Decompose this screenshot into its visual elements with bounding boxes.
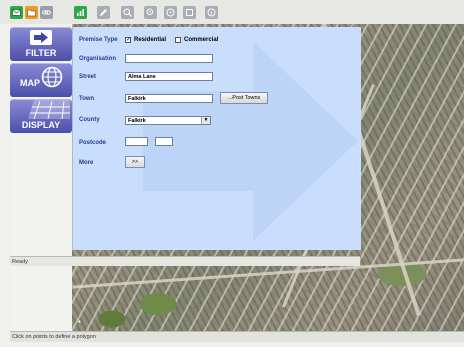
refresh-icon[interactable] [183, 6, 196, 19]
postcode-part1-input[interactable] [125, 137, 148, 146]
post-towns-button[interactable]: ...Post Towns [220, 92, 268, 104]
pencil-icon[interactable] [97, 6, 110, 19]
commercial-checkbox[interactable] [175, 37, 181, 43]
side-nav: FILTER MAP DISPLAY [10, 27, 72, 257]
envelope-icon[interactable] [10, 6, 23, 19]
hint-bar: Click on points to define a polygon [10, 331, 464, 342]
zoom-in-icon[interactable] [121, 6, 134, 19]
toolbar [0, 0, 464, 24]
chart-icon[interactable] [74, 6, 87, 19]
more-button[interactable]: >> [125, 156, 145, 168]
street-input[interactable]: Alma Lane [125, 72, 213, 81]
zoom-out-icon[interactable] [144, 6, 157, 19]
info-icon[interactable] [205, 6, 218, 19]
grid-icon [28, 100, 70, 120]
status-ready: Ready [12, 259, 28, 265]
county-select-value: Falkirk [128, 118, 146, 124]
pan-icon[interactable] [164, 6, 177, 19]
nav-filter-button[interactable]: FILTER [10, 27, 72, 61]
postcode-label: Postcode [79, 140, 107, 146]
county-select[interactable]: Falkirk ▼ [125, 116, 211, 125]
organisation-input[interactable] [125, 54, 213, 63]
residential-label: Residential [134, 37, 167, 43]
decorative-arrow [143, 41, 358, 241]
nav-display-button[interactable]: DISPLAY [10, 99, 72, 133]
folder-icon[interactable] [25, 6, 38, 19]
street-label: Street [79, 74, 97, 80]
nav-filter-label: FILTER [25, 48, 57, 58]
county-label: County [79, 117, 100, 123]
map-provider-logo: ● [78, 319, 82, 325]
side-gutter [10, 266, 72, 331]
chain-link-icon[interactable] [40, 6, 53, 19]
residential-checkbox[interactable]: ✓ [125, 37, 131, 43]
status-bar: Ready [10, 256, 360, 266]
status-hint: Click on points to define a polygon [12, 334, 96, 340]
nav-map-label: MAP [20, 78, 40, 88]
nav-map-button[interactable]: MAP [10, 63, 72, 97]
arrow-right-icon [30, 30, 52, 45]
town-label: Town [79, 96, 95, 102]
premise-type-label: Premise Type [79, 37, 118, 43]
more-label: More [79, 160, 94, 166]
chevron-down-icon[interactable]: ▼ [201, 117, 210, 124]
postcode-part2-input[interactable] [155, 137, 173, 146]
nav-display-label: DISPLAY [21, 120, 61, 130]
commercial-label: Commercial [184, 37, 219, 43]
filter-panel: Premise Type ✓ Residential Commercial Or… [72, 27, 361, 250]
organisation-label: Organisation [79, 56, 117, 62]
town-input[interactable]: Falkirk [125, 94, 213, 103]
